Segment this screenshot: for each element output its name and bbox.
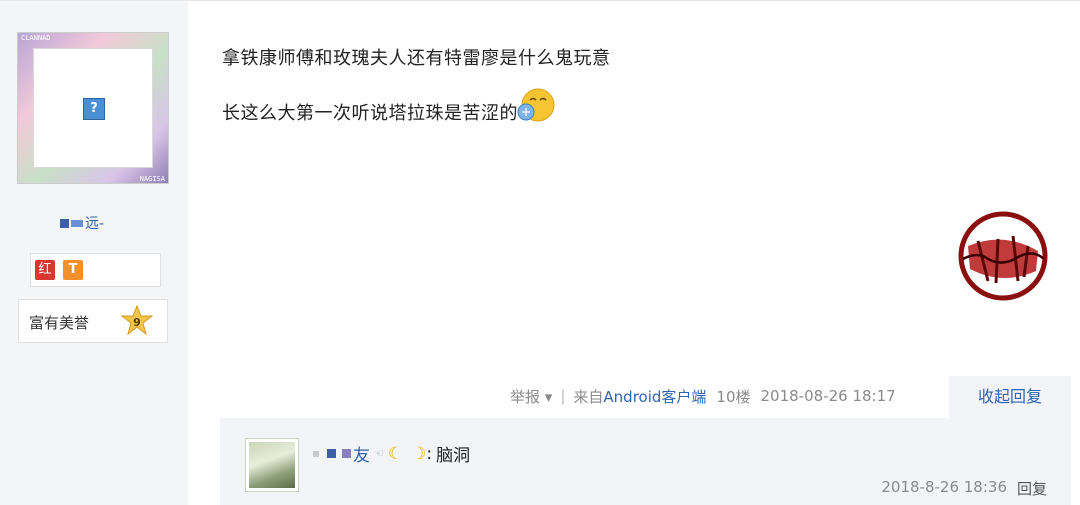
- collapse-replies-button[interactable]: 收起回复: [949, 376, 1071, 418]
- signature-seal-stamp: [958, 211, 1048, 301]
- avatar-frame-text-bottom: NAGISA: [139, 175, 165, 183]
- avatar-image-placeholder: ?: [33, 48, 153, 168]
- reply-user-avatar[interactable]: [245, 438, 299, 492]
- post-text-line-1: 拿铁康师傅和玫瑰夫人还有特雷廖是什么鬼玩意: [222, 48, 611, 69]
- report-label: 举报: [510, 387, 541, 406]
- reply-content: 友 ☜ ☾ ☽ : 脑洞: [313, 441, 470, 466]
- avatar-frame-text-top: CLANNAD: [21, 34, 51, 42]
- reply-meta: 2018-8-26 18:36 回复: [881, 478, 1047, 499]
- reply-username[interactable]: 友 ☜ ☾ ☽: [313, 441, 426, 466]
- author-sidebar: CLANNAD ? NAGISA 远- 红 T 富有美誉 9: [0, 1, 188, 505]
- reply-username-moon-2-icon: ☽: [411, 443, 427, 464]
- reply-separator: :: [426, 443, 433, 464]
- reply-username-text: 友: [353, 446, 370, 466]
- android-client-link[interactable]: Android客户端: [603, 386, 706, 407]
- level-star-icon: 9: [121, 305, 153, 336]
- reply-username-emoji-1-icon: [313, 450, 319, 457]
- username-emoji-flag-icon: [71, 219, 83, 227]
- reply-username-emoji-3-icon: [342, 449, 351, 458]
- source-prefix: 来自: [573, 387, 604, 406]
- reply-username-emoji-2-icon: [327, 449, 336, 458]
- honor-level-box: 富有美誉 9: [18, 299, 168, 343]
- reply-text: 脑洞: [436, 446, 471, 466]
- report-link[interactable]: 举报 ▾: [510, 386, 552, 407]
- floor-number: 10楼: [716, 387, 751, 406]
- red-member-badge[interactable]: 红: [35, 260, 55, 280]
- username-text: 远-: [85, 216, 105, 232]
- username-emoji-square-icon: [60, 218, 69, 228]
- meta-separator: |: [560, 387, 566, 405]
- broken-image-icon: ?: [83, 98, 105, 120]
- reply-avatar-image: [249, 442, 295, 488]
- reply-timestamp: 2018-8-26 18:36: [881, 478, 1007, 496]
- post-meta-bar: 举报 ▾ | 来自 Android客户端 10楼 2018-08-26 18:1…: [510, 376, 896, 416]
- t-member-badge[interactable]: T: [63, 260, 83, 280]
- reply-username-moon-icon: ☾: [387, 443, 404, 464]
- honor-label: 富有美誉: [29, 314, 90, 332]
- post-text-line-2-text: 长这么大第一次听说塔拉珠是苦涩的: [222, 103, 518, 124]
- author-username[interactable]: 远-: [60, 213, 104, 233]
- post-text-line-2: 长这么大第一次听说塔拉珠是苦涩的: [222, 88, 556, 127]
- sick-face-emoji-icon: [517, 88, 555, 122]
- reply-username-hand-icon: ☜: [374, 447, 384, 460]
- post-timestamp: 2018-08-26 18:17: [760, 387, 896, 405]
- reply-button[interactable]: 回复: [1017, 478, 1047, 499]
- user-avatar[interactable]: CLANNAD ? NAGISA: [17, 32, 169, 184]
- honor-level-number: 9: [133, 316, 141, 329]
- user-badges: 红 T: [30, 253, 161, 287]
- reply-section: 友 ☜ ☾ ☽ : 脑洞 2018-8-26 18:36 回复: [220, 418, 1071, 505]
